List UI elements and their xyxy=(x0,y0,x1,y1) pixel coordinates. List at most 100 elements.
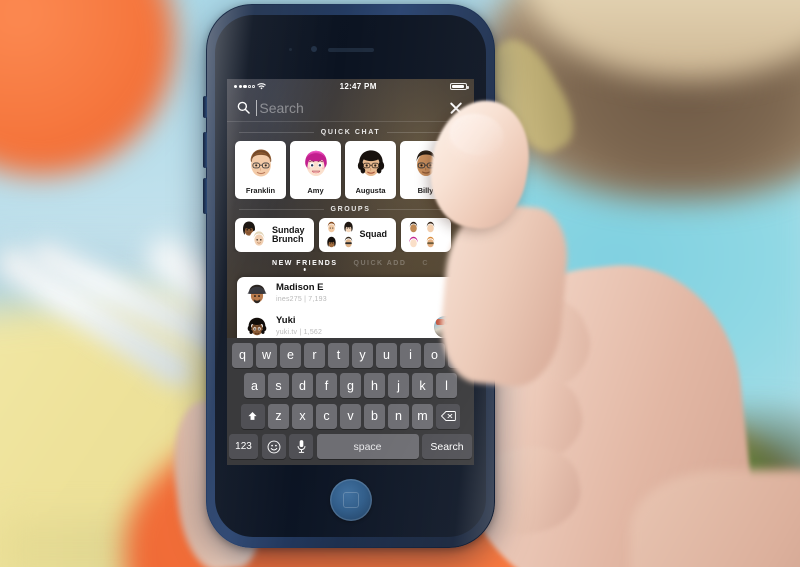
quick-chat-title: QUICK CHAT xyxy=(320,129,381,136)
group-avatars xyxy=(239,219,269,250)
friend-score: 1,562 xyxy=(303,328,323,336)
key-a[interactable]: a xyxy=(244,373,265,398)
friend-separator: | xyxy=(304,295,307,303)
group-card-squad[interactable]: Squad xyxy=(318,218,397,252)
microphone-icon[interactable] xyxy=(289,434,313,459)
friend-username: ines275 xyxy=(276,295,302,303)
on-screen-keyboard[interactable]: q w e r t y u i o p a s d xyxy=(227,337,474,465)
bitmoji-amy-avatar xyxy=(304,150,327,177)
group-name: Sunday Brunch xyxy=(272,224,305,244)
front-camera-icon xyxy=(310,46,317,52)
keyboard-row-2: a s d f g h j k l xyxy=(229,373,472,398)
keyboard-row-4: 123 space Search xyxy=(229,434,472,459)
quick-chat-card-franklin[interactable]: Franklin xyxy=(235,141,286,199)
key-h[interactable]: h xyxy=(364,373,385,398)
group-avatars xyxy=(405,220,439,250)
bitmoji-group-avatar-icon xyxy=(323,220,339,235)
key-f[interactable]: f xyxy=(316,373,337,398)
bitmoji-group-avatar-icon xyxy=(406,220,421,235)
status-bar-time: 12:47 PM xyxy=(339,82,377,91)
wifi-icon xyxy=(257,83,267,90)
numbers-key[interactable]: 123 xyxy=(229,434,258,459)
key-o[interactable]: o xyxy=(424,342,445,368)
key-x[interactable]: x xyxy=(292,403,313,429)
groups-list[interactable]: Sunday Brunch Squad xyxy=(227,218,474,252)
key-c[interactable]: c xyxy=(316,403,337,429)
backspace-icon[interactable] xyxy=(436,403,461,429)
divider-left xyxy=(239,209,324,210)
key-r[interactable]: r xyxy=(304,342,325,368)
friend-tabs[interactable]: NEW FRIENDS QUICK ADD C xyxy=(227,252,474,274)
key-q[interactable]: q xyxy=(232,342,253,368)
mute-switch[interactable] xyxy=(203,96,207,118)
battery-icon xyxy=(450,82,469,91)
key-b[interactable]: b xyxy=(364,403,385,429)
bitmoji-group-avatar-icon xyxy=(406,235,421,250)
key-i[interactable]: i xyxy=(400,342,421,368)
volume-down-button[interactable] xyxy=(203,178,207,214)
quick-chat-card-amy[interactable]: Amy xyxy=(290,141,341,199)
key-y[interactable]: y xyxy=(352,342,373,368)
group-name: Squad xyxy=(359,229,388,240)
key-e[interactable]: e xyxy=(280,342,301,368)
key-g[interactable]: g xyxy=(340,373,361,398)
group-card-partial[interactable] xyxy=(401,218,452,252)
key-l[interactable]: l xyxy=(436,373,457,398)
friend-info: Madison E ines275 | 7,193 xyxy=(276,281,456,304)
search-input[interactable] xyxy=(259,99,441,116)
friend-meta: yuki.tv | 1,562 xyxy=(276,328,427,337)
groups-title: GROUPS xyxy=(330,206,371,213)
earpiece-speaker xyxy=(327,48,374,52)
key-k[interactable]: k xyxy=(412,373,433,398)
key-v[interactable]: v xyxy=(340,403,361,429)
quick-chat-card-augusta[interactable]: Augusta xyxy=(345,141,396,199)
tab-quick-add[interactable]: QUICK ADD xyxy=(354,260,407,271)
space-key[interactable]: space xyxy=(316,434,419,459)
friend-row-madison[interactable]: Madison E ines275 | 7,193 xyxy=(237,277,464,310)
cellular-signal-icon xyxy=(234,84,255,89)
keyboard-row-3: z x c v b n m xyxy=(229,403,472,429)
group-card-sunday-brunch[interactable]: Sunday Brunch xyxy=(235,218,314,252)
tab-new-friends[interactable]: NEW FRIENDS xyxy=(272,260,338,271)
bitmoji-group-avatar-icon xyxy=(423,220,438,235)
bitmoji-group-avatar-icon xyxy=(340,220,356,235)
text-caret xyxy=(256,99,258,116)
bitmoji-group-avatar-icon xyxy=(249,229,269,249)
emoji-smiley-icon[interactable] xyxy=(261,434,286,459)
key-w[interactable]: w xyxy=(256,342,277,368)
group-avatars xyxy=(323,220,357,250)
key-u[interactable]: u xyxy=(376,342,397,368)
key-n[interactable]: n xyxy=(388,403,409,429)
keyboard-row-1: q w e r t y u i o p xyxy=(229,342,472,368)
friend-separator: | xyxy=(299,328,302,336)
key-s[interactable]: s xyxy=(268,373,289,398)
key-j[interactable]: j xyxy=(388,373,409,398)
search-key[interactable]: Search xyxy=(422,434,472,459)
friend-name: Yuki xyxy=(276,314,296,326)
home-button[interactable] xyxy=(329,479,372,521)
key-m[interactable]: m xyxy=(412,403,433,429)
key-z[interactable]: z xyxy=(268,403,289,429)
key-t[interactable]: t xyxy=(328,342,349,368)
friend-score: 7,193 xyxy=(308,295,327,303)
bitmoji-group-avatar-icon xyxy=(323,235,339,250)
search-bar[interactable] xyxy=(227,94,474,122)
status-bar: 12:47 PM xyxy=(227,79,474,94)
quick-chat-name: Franklin xyxy=(245,186,276,195)
quick-chat-name: Augusta xyxy=(355,186,386,195)
phone-screen: 12:47 PM Search QUICK CHAT Franklin Amy … xyxy=(227,79,474,465)
tab-partial[interactable]: C xyxy=(422,260,429,271)
friend-username: yuki.tv xyxy=(276,328,298,336)
bitmoji-augusta-avatar xyxy=(357,150,384,177)
bitmoji-franklin-avatar xyxy=(250,149,271,177)
shift-up-icon[interactable] xyxy=(240,403,265,429)
friend-info: Yuki yuki.tv | 1,562 xyxy=(276,314,427,337)
divider-left xyxy=(239,132,314,133)
friend-name: Madison E xyxy=(276,281,324,293)
key-d[interactable]: d xyxy=(292,373,313,398)
search-icon xyxy=(237,101,250,114)
friend-meta: ines275 | 7,193 xyxy=(276,295,456,304)
quick-chat-name: Amy xyxy=(307,186,324,195)
bitmoji-madison-avatar xyxy=(247,284,267,303)
volume-up-button[interactable] xyxy=(203,132,207,168)
